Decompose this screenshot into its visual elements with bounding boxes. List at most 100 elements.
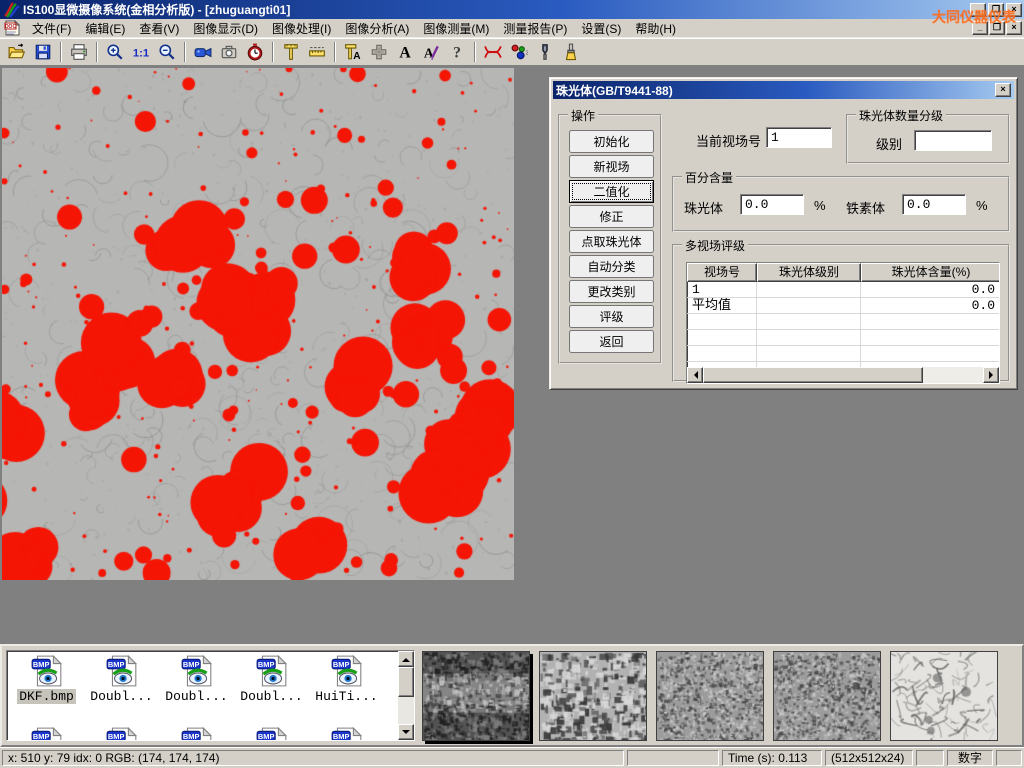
brush-icon[interactable] xyxy=(558,40,583,64)
rating-table[interactable]: 视场号珠光体级别珠光体含量(%)铁素体含量(%) 10.0平均值0.0 xyxy=(686,262,1000,384)
zoom-in-icon[interactable] xyxy=(102,40,127,64)
current-field-input[interactable] xyxy=(766,127,832,148)
menu-item-2[interactable]: 查看(V) xyxy=(132,18,186,39)
grade-input[interactable] xyxy=(914,130,992,151)
svg-text:BMP: BMP xyxy=(332,660,349,669)
ruler-icon[interactable] xyxy=(304,40,329,64)
timer-icon[interactable] xyxy=(242,40,267,64)
menu-item-6[interactable]: 图像测量(M) xyxy=(416,18,496,39)
op-button-7[interactable]: 评级 xyxy=(569,305,654,328)
video-camera-icon[interactable] xyxy=(190,40,215,64)
table-row[interactable]: 平均值0.0 xyxy=(687,298,999,314)
help-icon[interactable]: ? xyxy=(444,40,469,64)
curve-icon[interactable] xyxy=(480,40,505,64)
open-icon[interactable] xyxy=(4,40,29,64)
edit-text-icon[interactable]: A xyxy=(418,40,443,64)
gallery-thumbnail-0[interactable] xyxy=(422,651,530,741)
file-list[interactable]: BMPDKF.bmpBMPDoubl...BMPDoubl...BMPDoubl… xyxy=(6,650,415,741)
op-button-8[interactable]: 返回 xyxy=(569,330,654,353)
scroll-up-icon[interactable] xyxy=(398,651,414,667)
restore-button[interactable]: ❐ xyxy=(988,3,1004,17)
op-button-5[interactable]: 自动分类 xyxy=(569,255,654,278)
table-cell xyxy=(687,346,757,362)
dialog-close-icon[interactable]: × xyxy=(995,83,1011,97)
text-icon[interactable]: A xyxy=(392,40,417,64)
file-item-2[interactable]: BMPDoubl... xyxy=(159,655,234,704)
print-icon[interactable] xyxy=(66,40,91,64)
file-item-partial[interactable]: BMP xyxy=(234,727,309,741)
mdi-close-button[interactable]: × xyxy=(1006,21,1022,35)
vertical-scrollbar[interactable] xyxy=(398,651,414,740)
mdi-restore-button[interactable]: ❐ xyxy=(989,21,1005,35)
pixel-merge-icon[interactable] xyxy=(366,40,391,64)
op-button-4[interactable]: 点取珠光体 xyxy=(569,230,654,253)
scroll-right-icon[interactable] xyxy=(983,367,999,383)
pen-icon[interactable] xyxy=(532,40,557,64)
svg-text:BMP: BMP xyxy=(257,660,274,669)
op-button-1[interactable]: 新视场 xyxy=(569,155,654,178)
menu-item-4[interactable]: 图像处理(I) xyxy=(265,18,338,39)
table-row[interactable]: 10.0 xyxy=(687,282,999,298)
classify-points-icon[interactable]: 3 xyxy=(506,40,531,64)
file-item-4[interactable]: BMPHuiTi... xyxy=(309,655,384,704)
menu-item-8[interactable]: 设置(S) xyxy=(574,18,628,39)
op-button-2[interactable]: 二值化 xyxy=(569,180,654,203)
file-item-0[interactable]: BMPDKF.bmp xyxy=(9,655,84,704)
svg-text:BMP: BMP xyxy=(332,732,349,741)
close-button[interactable]: × xyxy=(1006,3,1022,17)
op-button-0[interactable]: 初始化 xyxy=(569,130,654,153)
scrollbar-thumb[interactable] xyxy=(398,667,414,697)
table-cell xyxy=(757,282,861,298)
actual-size-icon[interactable]: 1:1 xyxy=(128,40,153,64)
scrollbar-thumb[interactable] xyxy=(703,367,923,383)
horizontal-scrollbar[interactable] xyxy=(687,367,999,383)
gallery-thumbnail-3[interactable] xyxy=(773,651,881,741)
menu-item-7[interactable]: 测量报告(P) xyxy=(496,18,574,39)
op-button-3[interactable]: 修正 xyxy=(569,205,654,228)
table-cell: 0.0 xyxy=(861,282,1000,298)
dialog-title-bar[interactable]: 珠光体(GB/T9441-88) × xyxy=(553,81,1014,99)
scroll-down-icon[interactable] xyxy=(398,724,414,740)
pearlite-input[interactable] xyxy=(740,194,804,215)
image-size-status: (512x512x24) xyxy=(825,750,913,766)
bmp-file-icon: BMP xyxy=(30,727,64,741)
caliper-icon[interactable] xyxy=(278,40,303,64)
rating-table-header: 视场号珠光体级别珠光体含量(%)铁素体含量(%) xyxy=(687,263,999,282)
file-name: Doubl... xyxy=(163,689,229,704)
zoom-out-icon[interactable] xyxy=(154,40,179,64)
gallery-thumbnail-4[interactable] xyxy=(890,651,998,741)
file-item-partial[interactable]: BMP xyxy=(9,727,84,741)
ferrite-input[interactable] xyxy=(902,194,966,215)
save-icon[interactable] xyxy=(30,40,55,64)
gallery-thumbnail-2[interactable] xyxy=(656,651,764,741)
table-row[interactable] xyxy=(687,346,999,362)
file-item-3[interactable]: BMPDoubl... xyxy=(234,655,309,704)
file-item-1[interactable]: BMPDoubl... xyxy=(84,655,159,704)
measure-text-icon[interactable]: A xyxy=(340,40,365,64)
menu-item-5[interactable]: 图像分析(A) xyxy=(338,18,416,39)
menu-item-9[interactable]: 帮助(H) xyxy=(628,18,683,39)
op-button-6[interactable]: 更改类别 xyxy=(569,280,654,303)
table-row[interactable] xyxy=(687,314,999,330)
minimize-button[interactable]: _ xyxy=(970,3,986,17)
bmp-file-icon: BMP xyxy=(255,655,289,687)
table-row[interactable] xyxy=(687,330,999,346)
menu-item-1[interactable]: 编辑(E) xyxy=(78,18,132,39)
gallery-thumbnail-1[interactable] xyxy=(539,651,647,741)
column-header-1[interactable]: 珠光体级别 xyxy=(757,263,861,282)
document-icon: DOC xyxy=(4,20,21,36)
capture-icon[interactable] xyxy=(216,40,241,64)
metallograph-image[interactable] xyxy=(2,68,514,580)
column-header-2[interactable]: 珠光体含量(%) xyxy=(861,263,1000,282)
svg-text:DOC: DOC xyxy=(5,24,17,30)
status-blank-3 xyxy=(996,750,1022,766)
mdi-minimize-button[interactable]: _ xyxy=(972,21,988,35)
menu-item-0[interactable]: 文件(F) xyxy=(25,18,78,39)
grade-group-label: 珠光体数量分级 xyxy=(856,107,946,124)
column-header-0[interactable]: 视场号 xyxy=(687,263,757,282)
file-item-partial[interactable]: BMP xyxy=(159,727,234,741)
file-item-partial[interactable]: BMP xyxy=(309,727,384,741)
scroll-left-icon[interactable] xyxy=(687,367,703,383)
menu-item-3[interactable]: 图像显示(D) xyxy=(186,18,265,39)
file-item-partial[interactable]: BMP xyxy=(84,727,159,741)
